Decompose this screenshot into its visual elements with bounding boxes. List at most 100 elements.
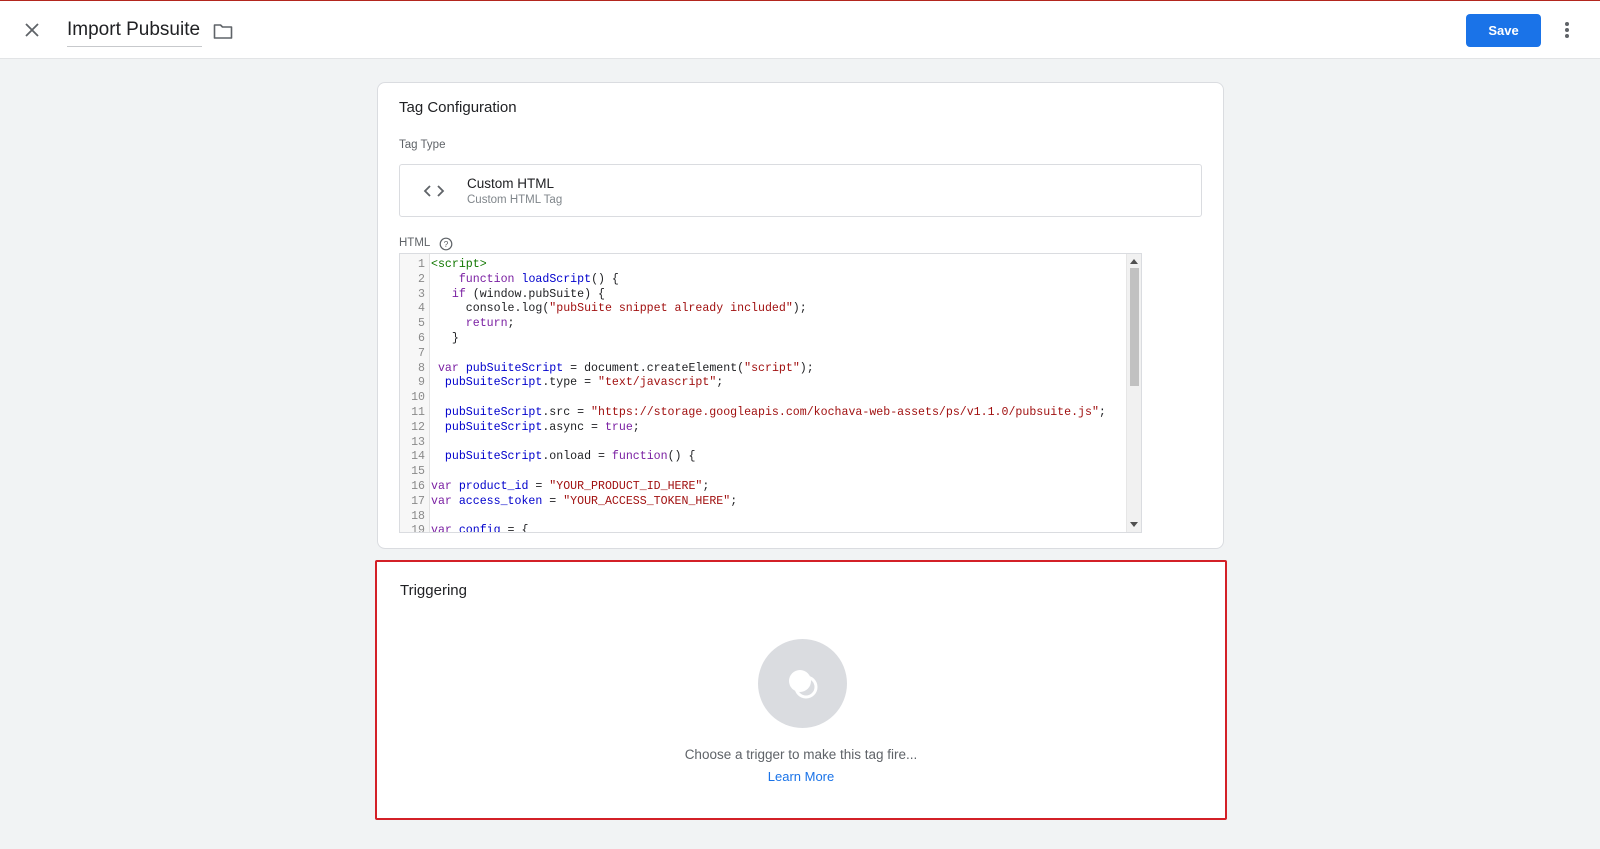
code-token: "YOUR_ACCESS_TOKEN_HERE" bbox=[563, 494, 731, 508]
line-number: 5 bbox=[418, 317, 425, 331]
line-code: pubSuiteScript.type = "text/javascript"; bbox=[431, 376, 723, 391]
code-token: var bbox=[431, 494, 452, 508]
folder-button[interactable] bbox=[212, 20, 234, 42]
line-number: 15 bbox=[411, 465, 425, 479]
code-token: ; bbox=[1098, 405, 1106, 419]
code-token: config bbox=[458, 524, 501, 533]
code-lines[interactable]: 1 <script> 2 function loadScript() {3 if (… bbox=[400, 258, 1125, 533]
line-number: 17 bbox=[411, 494, 425, 508]
line-number: 9 bbox=[418, 376, 425, 390]
code-line[interactable]: 9 pubSuiteScript.type = "text/javascript… bbox=[400, 376, 1125, 391]
line-code: pubSuiteScript.onload = function() { bbox=[431, 450, 696, 465]
more-vert-icon bbox=[1565, 22, 1569, 38]
line-code: <script> bbox=[431, 258, 487, 273]
code-line[interactable]: 16 var product_id = "YOUR_PRODUCT_ID_HERE… bbox=[400, 480, 1125, 495]
code-token: ; bbox=[632, 420, 640, 434]
code-token: ); bbox=[799, 361, 814, 375]
tag-type-name: Custom HTML bbox=[467, 176, 555, 191]
code-line[interactable]: 11 pubSuiteScript.src = "https://storage… bbox=[400, 406, 1125, 421]
code-token: pubSuiteScript bbox=[444, 376, 543, 390]
triggering-card[interactable]: Triggering Choose a trigger to make this… bbox=[375, 560, 1227, 820]
tag-configuration-card[interactable]: Tag Configuration Tag Type Custom HTML C… bbox=[377, 82, 1224, 549]
help-icon[interactable]: ? bbox=[439, 237, 453, 251]
line-number: 1 bbox=[418, 258, 425, 271]
code-line[interactable]: 19 var config = { bbox=[400, 524, 1125, 533]
code-line[interactable]: 8 var pubSuiteScript = document.createEl… bbox=[400, 362, 1125, 377]
code-token: "https://storage.googleapis.com/kochava-… bbox=[591, 405, 1099, 419]
line-number: 3 bbox=[418, 287, 425, 301]
code-token: var bbox=[431, 524, 452, 533]
folder-icon bbox=[213, 24, 233, 39]
tag-name-field[interactable]: Import Pubsuite bbox=[67, 17, 203, 47]
scroll-down-arrow[interactable] bbox=[1130, 522, 1138, 527]
code-token: .onload = bbox=[542, 450, 612, 464]
close-button[interactable] bbox=[19, 17, 45, 43]
tag-type-description: Custom HTML Tag bbox=[467, 194, 563, 206]
code-token: () { bbox=[591, 272, 619, 286]
triggering-title: Triggering bbox=[400, 582, 467, 599]
line-code: console.log("pubSuite snippet already in… bbox=[431, 302, 807, 317]
code-line[interactable]: 13 bbox=[400, 436, 1125, 451]
code-line[interactable]: 2 function loadScript() { bbox=[400, 273, 1125, 288]
line-number: 12 bbox=[411, 420, 425, 434]
code-line[interactable]: 3 if (window.pubSuite) { bbox=[400, 288, 1125, 303]
code-token: ); bbox=[792, 302, 807, 316]
code-token: (window.pubSuite) { bbox=[465, 287, 605, 301]
code-line[interactable]: 17 var access_token = "YOUR_ACCESS_TOKEN_… bbox=[400, 495, 1125, 510]
line-code: var access_token = "YOUR_ACCESS_TOKEN_HE… bbox=[431, 495, 737, 510]
code-token: var bbox=[431, 479, 452, 493]
code-line[interactable]: 15 bbox=[400, 465, 1125, 480]
code-token: = bbox=[542, 494, 564, 508]
code-line[interactable]: 10 bbox=[400, 391, 1125, 406]
tag-type-label: Tag Type bbox=[399, 139, 446, 151]
line-code: pubSuiteScript.src = "https://storage.go… bbox=[431, 406, 1106, 421]
scroll-up-arrow[interactable] bbox=[1130, 259, 1138, 264]
html-code-editor[interactable]: 1 <script> 2 function loadScript() {3 if (… bbox=[399, 253, 1142, 533]
more-options-button[interactable] bbox=[1557, 17, 1577, 43]
code-line[interactable]: 7 bbox=[400, 347, 1125, 362]
line-number: 18 bbox=[411, 509, 425, 523]
editor-scrollbar[interactable] bbox=[1126, 254, 1141, 532]
learn-more-link[interactable]: Learn More bbox=[377, 769, 1225, 784]
code-line[interactable]: 4 console.log("pubSuite snippet already … bbox=[400, 302, 1125, 317]
line-number: 14 bbox=[411, 450, 425, 464]
code-token: .type = bbox=[542, 376, 598, 390]
line-number: 10 bbox=[411, 391, 425, 405]
code-token: .async = bbox=[542, 420, 605, 434]
line-number: 6 bbox=[418, 331, 425, 345]
code-line[interactable]: 18 bbox=[400, 510, 1125, 525]
code-line[interactable]: 1 <script> bbox=[400, 258, 1125, 273]
code-token: <script> bbox=[431, 258, 487, 271]
code-token: ; bbox=[730, 494, 738, 508]
code-token: return bbox=[465, 317, 508, 331]
scroll-thumb[interactable] bbox=[1130, 268, 1139, 386]
save-button[interactable]: Save bbox=[1466, 14, 1541, 47]
code-line[interactable]: 12 pubSuiteScript.async = true; bbox=[400, 421, 1125, 436]
add-trigger-button[interactable] bbox=[758, 639, 847, 728]
code-token: function bbox=[611, 450, 668, 464]
line-code: } bbox=[431, 332, 459, 347]
code-token: pubSuiteScript bbox=[444, 450, 543, 464]
code-line[interactable]: 6 } bbox=[400, 332, 1125, 347]
code-token: .src = bbox=[542, 405, 592, 419]
code-line[interactable]: 14 pubSuiteScript.onload = function() { bbox=[400, 450, 1125, 465]
code-brackets-icon bbox=[423, 185, 445, 197]
code-token: true bbox=[604, 420, 633, 434]
line-number: 11 bbox=[411, 405, 425, 419]
header-bar: Import Pubsuite Save bbox=[0, 1, 1600, 59]
tag-type-selector[interactable]: Custom HTML Custom HTML Tag bbox=[399, 164, 1202, 217]
trigger-message: Choose a trigger to make this tag fire..… bbox=[684, 747, 918, 762]
code-token: "YOUR_PRODUCT_ID_HERE" bbox=[549, 479, 703, 493]
code-line[interactable]: 5 return; bbox=[400, 317, 1125, 332]
line-code: var product_id = "YOUR_PRODUCT_ID_HERE"; bbox=[431, 480, 709, 495]
page-title: Import Pubsuite bbox=[67, 19, 201, 40]
tag-configuration-title: Tag Configuration bbox=[399, 99, 517, 116]
code-token: function bbox=[458, 272, 515, 286]
line-code: return; bbox=[431, 317, 515, 332]
